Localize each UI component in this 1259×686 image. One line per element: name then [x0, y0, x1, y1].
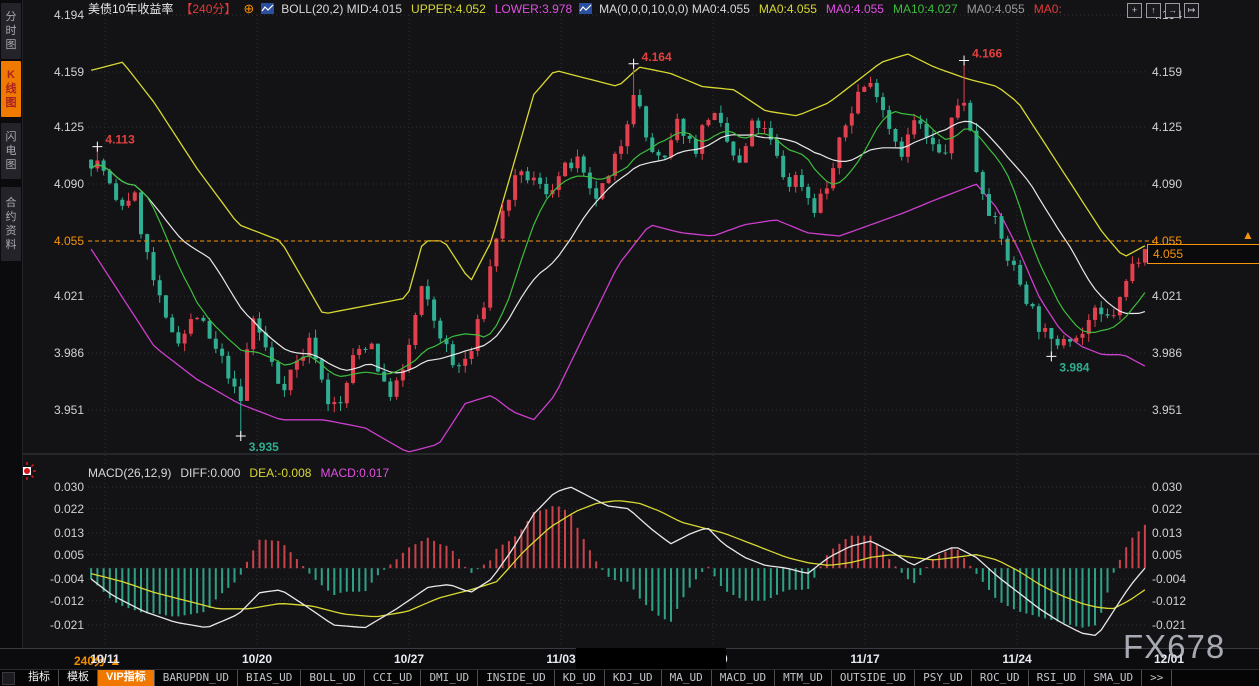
y-axis-label-left: 0.022	[36, 502, 84, 516]
boll-segment-2: UPPER:4.052	[411, 2, 486, 16]
candlestick-chart[interactable]: 4.113 3.935 4.164 4.166 3.984	[0, 0, 1259, 685]
indicator-header: 美债10年收益率 【240分】 ⊕ BOLL(20,2) MID:4.015 UP…	[88, 1, 1062, 16]
period-badge: 【240分】	[180, 0, 236, 17]
y-axis-label-left: 3.951	[36, 403, 84, 417]
y-axis-label-right: 0.005	[1152, 548, 1212, 562]
sidebar-item-4[interactable]: 合约资料	[1, 187, 21, 261]
y-axis-label-left: -0.021	[36, 618, 84, 632]
ma-segment-3: MA0:4.055	[826, 2, 884, 16]
y-axis-label-left: 4.021	[36, 289, 84, 303]
x-axis-label: 11/17	[850, 652, 879, 666]
toolbar-tab-bias_ud[interactable]: BIAS_UD	[238, 670, 301, 686]
y-axis-label-left: 4.194	[36, 8, 84, 22]
svg-text:4.164: 4.164	[642, 50, 672, 64]
watermark: FX678	[1123, 628, 1225, 666]
toolbar-tab-psy_ud[interactable]: PSY_UD	[915, 670, 972, 686]
y-axis-label-right: 3.951	[1152, 403, 1212, 417]
macd-macd-value: MACD:0.017	[320, 466, 389, 480]
chart-type-sidebar: 分时图K线图闪电图合约资料	[0, 0, 23, 648]
y-axis-label-right: 4.159	[1152, 65, 1212, 79]
y-axis-label-left: 0.013	[36, 526, 84, 540]
ma-chart-icon	[579, 2, 592, 15]
toolbar-tab-macd_ud[interactable]: MACD_UD	[712, 670, 775, 686]
toolbar-tab-cci_ud[interactable]: CCI_UD	[365, 670, 422, 686]
toolbar-tab-kd_ud[interactable]: KD_UD	[555, 670, 605, 686]
macd-diff-value: DIFF:0.000	[180, 466, 240, 480]
svg-text:4.113: 4.113	[105, 133, 135, 147]
sidebar-item-2[interactable]: K线图	[1, 61, 21, 117]
y-axis-label-left: 4.159	[36, 65, 84, 79]
boll-chart-icon	[261, 2, 274, 15]
toolbar-tab-rsi_ud[interactable]: RSI_UD	[1029, 670, 1086, 686]
boll-segment-3: LOWER:3.978	[495, 2, 572, 16]
ma-segment-5: MA0:4.055	[967, 2, 1025, 16]
y-axis-label-right: 4.125	[1152, 120, 1212, 134]
zoom-horizontal-icon[interactable]: →	[1165, 3, 1180, 18]
toolbar-tab-barupdn_ud[interactable]: BARUPDN_UD	[155, 670, 238, 686]
y-axis-label-left: 0.005	[36, 548, 84, 562]
pan-icon[interactable]: +	[1127, 3, 1142, 18]
x-axis-label: 10/27	[394, 652, 424, 666]
toolbar-tab-[interactable]: 指标	[20, 670, 59, 686]
y-axis-label-left: 3.986	[36, 346, 84, 360]
y-axis-label-left: 4.125	[36, 120, 84, 134]
y-axis-label-left: 4.090	[36, 177, 84, 191]
svg-text:3.935: 3.935	[249, 440, 279, 454]
y-axis-label-right: 0.022	[1152, 502, 1212, 516]
macd-header: MACD(26,12,9) DIFF:0.000 DEA:-0.008 MACD…	[88, 466, 389, 480]
x-axis-label: 11/03	[546, 652, 575, 666]
y-axis-label-right: 4.090	[1152, 177, 1212, 191]
macd-params-label: MACD(26,12,9)	[88, 466, 171, 480]
x-axis-label: 11/24	[1002, 652, 1031, 666]
x-axis-label: 10/11	[90, 652, 119, 666]
y-axis-label-right: 4.021	[1152, 289, 1212, 303]
toolbar-tab-inside_ud[interactable]: INSIDE_UD	[478, 670, 555, 686]
y-axis-label-left: 4.055	[36, 234, 84, 248]
boll-segment-1: BOLL(20,2) MID:4.015	[281, 2, 402, 16]
y-axis-label-left: 0.030	[36, 480, 84, 494]
x-axis-strip: 240分 ▲ 10/1110/2010/2711/0311/1011/1711/…	[0, 648, 1259, 670]
y-axis-label-right: 0.013	[1152, 526, 1212, 540]
shift-right-icon[interactable]: ↦	[1184, 3, 1199, 18]
symbol-title: 美债10年收益率	[88, 0, 173, 17]
y-axis-label-left: -0.012	[36, 594, 84, 608]
toolbar-tab-sma_ud[interactable]: SMA_UD	[1085, 670, 1142, 686]
latest-price-arrow-icon[interactable]: ▲	[1242, 228, 1254, 242]
indicator-toolbar: 指标模板VIP指标BARUPDN_UDBIAS_UDBOLL_UDCCI_UDD…	[0, 669, 1259, 686]
chart-window-buttons: + ↑ → ↦	[1127, 3, 1199, 18]
macd-dea-value: DEA:-0.008	[249, 466, 311, 480]
y-axis-label-right: -0.012	[1152, 594, 1212, 608]
ma-segment-2: MA0:4.055	[759, 2, 817, 16]
add-indicator-icon[interactable]: ⊕	[243, 2, 254, 15]
toolbar-tab-dmi_ud[interactable]: DMI_UD	[421, 670, 478, 686]
toolbar-tab-vip[interactable]: VIP指标	[98, 670, 155, 686]
toolbar-tab-boll_ud[interactable]: BOLL_UD	[301, 670, 364, 686]
ma-segment-4: MA10:4.027	[893, 2, 958, 16]
boll-values: BOLL(20,2) MID:4.015 UPPER:4.052 LOWER:3.9…	[281, 2, 572, 16]
y-axis-label-right: 0.030	[1152, 480, 1212, 494]
sidebar-item-3[interactable]: 闪电图	[1, 123, 21, 179]
current-price-box: 4.055	[1147, 244, 1259, 264]
sidebar-item-1[interactable]: 分时图	[1, 3, 21, 59]
toolbar-tab-mtm_ud[interactable]: MTM_UD	[775, 670, 832, 686]
ma-segment-6: MA0:	[1034, 2, 1062, 16]
zoom-vertical-icon[interactable]: ↑	[1146, 3, 1161, 18]
ma-values: MA(0,0,0,10,0,0) MA0:4.055 MA0:4.055 MA0:4…	[599, 2, 1062, 16]
toolbar-grid-icon[interactable]	[2, 672, 15, 685]
redaction-overlay	[576, 648, 726, 671]
x-axis-label: 10/20	[242, 652, 272, 666]
svg-text:3.984: 3.984	[1059, 360, 1089, 374]
y-axis-label-left: -0.004	[36, 572, 84, 586]
toolbar-tab-kdj_ud[interactable]: KDJ_UD	[605, 670, 662, 686]
y-axis-label-right: 3.986	[1152, 346, 1212, 360]
toolbar-tab-[interactable]: 模板	[59, 670, 98, 686]
toolbar-tab-roc_ud[interactable]: ROC_UD	[972, 670, 1029, 686]
svg-text:4.166: 4.166	[972, 47, 1002, 61]
y-axis-label-right: -0.004	[1152, 572, 1212, 586]
toolbar-tab->>[interactable]: >>	[1142, 670, 1172, 686]
toolbar-tab-ma_ud[interactable]: MA_UD	[662, 670, 712, 686]
toolbar-tab-outside_ud[interactable]: OUTSIDE_UD	[832, 670, 915, 686]
ma-segment-1: MA(0,0,0,10,0,0) MA0:4.055	[599, 2, 750, 16]
